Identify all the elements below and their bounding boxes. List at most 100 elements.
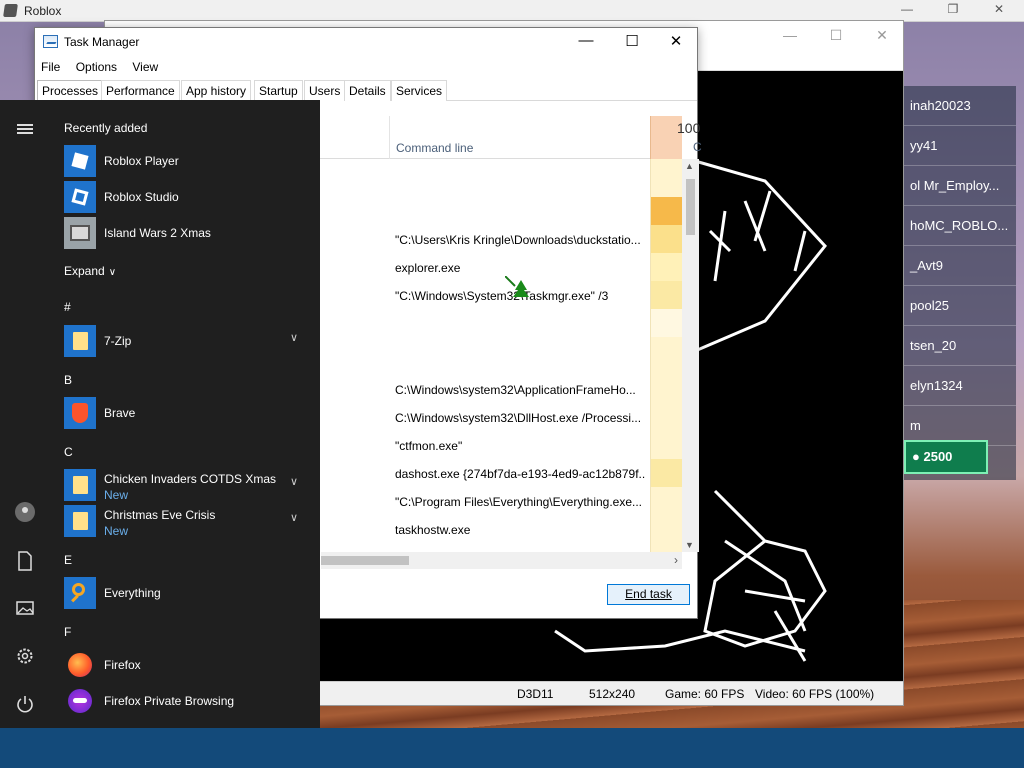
expand-label: Expand — [64, 264, 105, 278]
app-name: Roblox Studio — [104, 190, 179, 204]
power-icon[interactable] — [14, 693, 36, 715]
task-manager-minimize-button[interactable]: — — [563, 32, 609, 52]
section-letter-b[interactable]: B — [64, 373, 72, 387]
menu-file[interactable]: File — [35, 58, 66, 76]
column-command-line[interactable]: Command line — [389, 116, 473, 159]
process-row[interactable]: C:\Windows\system32\ApplicationFrameHo..… — [395, 383, 645, 403]
start-app-everything[interactable]: Everything — [64, 577, 304, 609]
robux-purchase-button[interactable]: ● 2500 — [904, 440, 988, 474]
game-fps-status: Game: 60 FPS — [665, 687, 745, 701]
tab-users[interactable]: Users — [304, 80, 346, 101]
christmas-tree-cursor-icon — [505, 276, 529, 297]
chevron-down-icon[interactable]: ∨ — [290, 475, 298, 488]
column-cpu[interactable]: 100 C — [650, 116, 702, 159]
cpu-cell — [651, 197, 683, 225]
roblox-minimize-button[interactable]: — — [884, 2, 930, 20]
task-manager-tabs: Processes Performance App history Startu… — [35, 80, 697, 102]
section-letter-c[interactable]: C — [64, 445, 73, 459]
process-row[interactable]: "ctfmon.exe" — [395, 439, 645, 459]
task-manager-app-icon — [43, 35, 58, 48]
leaderboard-row: pool25 — [904, 286, 1016, 326]
user-avatar-icon[interactable] — [15, 502, 35, 522]
process-row[interactable]: "C:\Users\Kris Kringle\Downloads\ducksta… — [395, 233, 645, 253]
robux-icon: ● — [912, 449, 920, 464]
duckstation-close-button[interactable]: ✕ — [859, 27, 905, 44]
section-letter-e[interactable]: E — [64, 553, 72, 567]
folder-icon — [64, 469, 96, 501]
tab-startup[interactable]: Startup — [254, 80, 303, 101]
process-row[interactable]: taskhostw.exe — [395, 523, 645, 543]
cpu-column-label: C — [693, 140, 702, 154]
scroll-right-icon[interactable]: › — [674, 553, 678, 567]
horizontal-scrollbar-thumb[interactable] — [321, 556, 409, 565]
start-app-7zip[interactable]: 7-Zip ∨ — [64, 325, 304, 357]
end-task-label: End task — [625, 587, 672, 601]
recently-added-heading: Recently added — [64, 121, 148, 135]
app-name: Everything — [104, 586, 161, 600]
settings-icon[interactable] — [14, 645, 36, 667]
folder-icon — [64, 325, 96, 357]
tab-app-history[interactable]: App history — [181, 80, 252, 101]
duckstation-maximize-button[interactable]: ☐ — [813, 27, 859, 44]
start-app-firefox-private[interactable]: Firefox Private Browsing — [64, 685, 304, 717]
duckstation-minimize-button[interactable]: — — [767, 27, 813, 43]
scroll-down-icon[interactable]: ▼ — [685, 540, 694, 550]
robux-amount: 2500 — [923, 449, 953, 464]
leaderboard-row: tsen_20 — [904, 326, 1016, 366]
hamburger-icon[interactable] — [17, 124, 33, 134]
island-wars-icon — [64, 217, 96, 249]
pictures-icon[interactable] — [14, 597, 36, 619]
leaderboard-row: ol Mr_Employ... — [904, 166, 1016, 206]
roblox-window-title: Roblox — [24, 4, 62, 18]
start-app-firefox[interactable]: Firefox — [64, 649, 304, 681]
chevron-down-icon[interactable]: ∨ — [290, 331, 298, 344]
start-app-christmas-eve-crisis[interactable]: Christmas Eve Crisis New ∨ — [64, 505, 304, 538]
app-name: 7-Zip — [104, 334, 132, 348]
start-app-brave[interactable]: Brave — [64, 397, 304, 429]
task-manager-maximize-button[interactable]: ☐ — [609, 32, 655, 52]
tab-details[interactable]: Details — [344, 80, 391, 101]
menu-options[interactable]: Options — [70, 58, 123, 76]
renderer-status: D3D11 — [517, 687, 554, 701]
section-letter-f[interactable]: F — [64, 625, 71, 639]
cpu-cell — [651, 225, 683, 253]
scroll-up-icon[interactable]: ▲ — [685, 161, 694, 171]
start-app-chicken-invaders[interactable]: Chicken Invaders COTDS Xmas New ∨ — [64, 469, 304, 502]
start-app-roblox-studio[interactable]: Roblox Studio — [64, 181, 304, 213]
app-name: Firefox — [104, 658, 141, 672]
process-row[interactable]: "C:\Program Files\Everything\Everything.… — [395, 495, 645, 515]
leaderboard-row: yy41 — [904, 126, 1016, 166]
leaderboard-row: hoMC_ROBLO... — [904, 206, 1016, 246]
video-fps-status: Video: 60 FPS (100%) — [755, 687, 875, 701]
vertical-scrollbar[interactable]: ▲ ▼ — [682, 159, 699, 552]
app-name: Firefox Private Browsing — [104, 694, 235, 708]
chevron-down-icon[interactable]: ∨ — [290, 511, 298, 524]
end-task-button[interactable]: End task — [607, 584, 690, 605]
resolution-status: 512x240 — [589, 687, 636, 701]
new-badge: New — [104, 524, 129, 538]
horizontal-scrollbar[interactable]: › — [321, 552, 682, 569]
process-row[interactable]: dashost.exe {274bf7da-e193-4ed9-ac12b879… — [395, 467, 645, 487]
roblox-close-button[interactable]: ✕ — [976, 2, 1022, 20]
roblox-leaderboard: inah20023 yy41 ol Mr_Employ... hoMC_ROBL… — [904, 86, 1016, 480]
app-name: Brave — [104, 406, 136, 420]
document-icon[interactable] — [14, 550, 36, 572]
task-manager-title: Task Manager — [64, 35, 140, 49]
expand-button[interactable]: Expand ∨ — [64, 264, 116, 278]
vertical-scrollbar-thumb[interactable] — [686, 179, 695, 235]
tab-services[interactable]: Services — [391, 80, 448, 101]
process-row[interactable]: C:\Windows\system32\DllHost.exe /Process… — [395, 411, 645, 431]
windows-taskbar — [0, 728, 1024, 768]
roblox-restore-button[interactable]: ❐ — [930, 2, 976, 20]
start-app-roblox-player[interactable]: Roblox Player — [64, 145, 304, 177]
section-letter-hash[interactable]: # — [64, 300, 71, 314]
tab-processes[interactable]: Processes — [37, 80, 104, 102]
everything-icon — [64, 577, 96, 609]
start-menu-rail — [0, 100, 50, 728]
start-app-island-wars[interactable]: Island Wars 2 Xmas — [64, 217, 304, 249]
brave-icon — [64, 397, 96, 429]
tab-performance[interactable]: Performance — [101, 80, 180, 101]
task-manager-close-button[interactable]: ✕ — [653, 32, 699, 52]
task-manager-menubar: File Options View — [35, 58, 164, 78]
menu-view[interactable]: View — [126, 58, 164, 76]
